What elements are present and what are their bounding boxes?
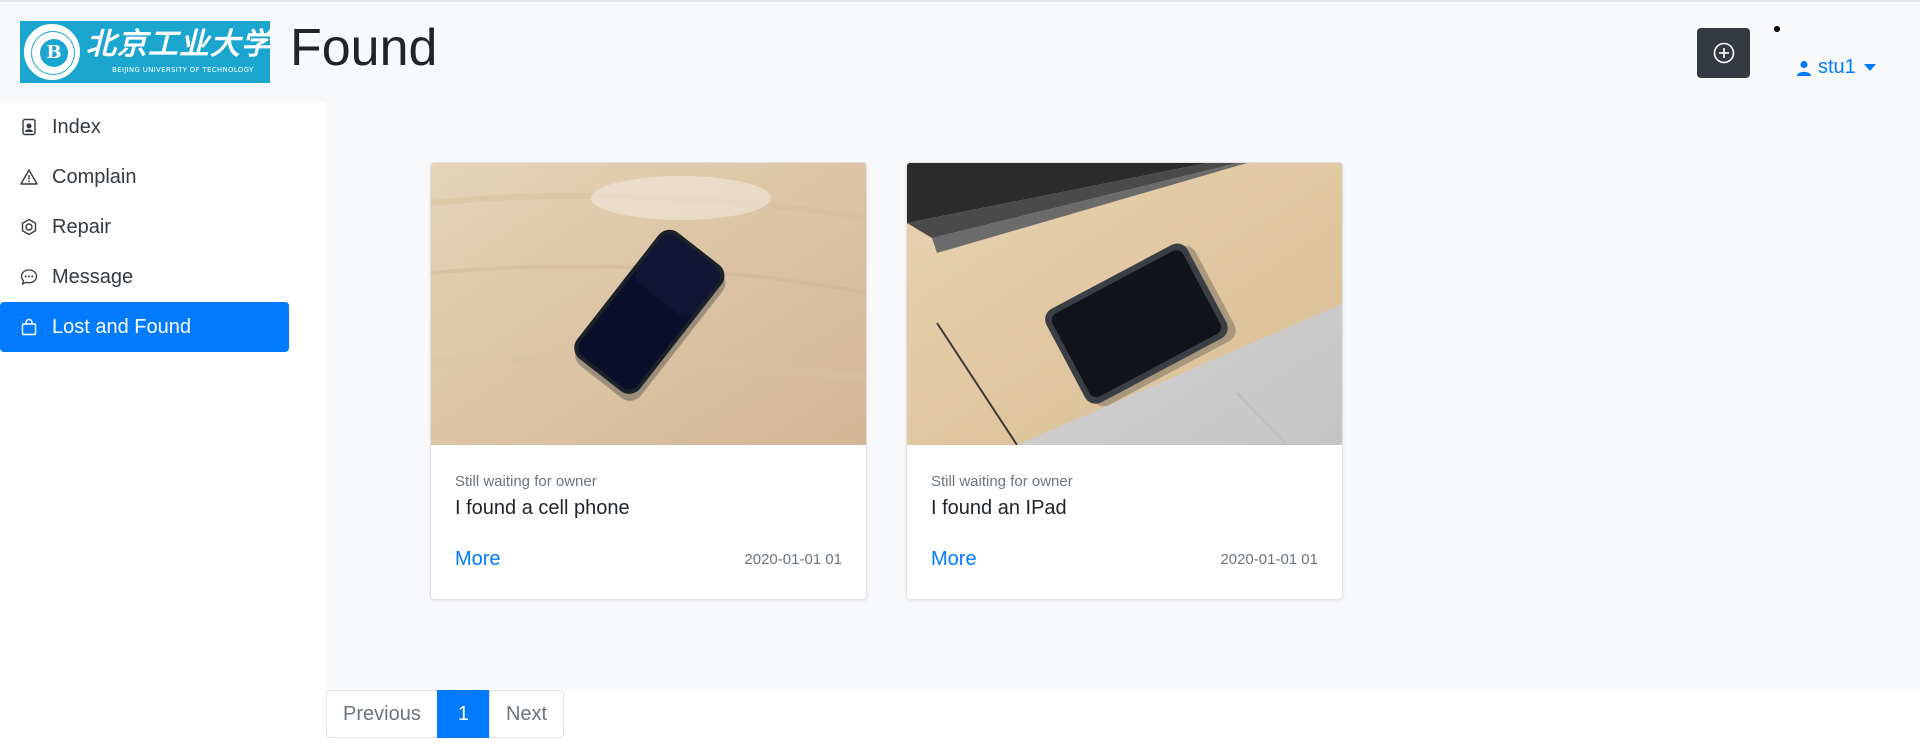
add-post-button[interactable] xyxy=(1697,28,1750,78)
person-icon xyxy=(1797,60,1811,76)
plus-circle-icon xyxy=(1713,42,1734,64)
page-1-button[interactable]: 1 xyxy=(436,690,490,738)
main-content: Still waiting for owner I found a cell p… xyxy=(326,102,1920,689)
person-badge-icon xyxy=(22,118,36,136)
page-title: Found xyxy=(290,19,438,77)
card-status: Still waiting for owner xyxy=(931,473,1073,490)
sidebar: Index Complain Repair Message Lost and F… xyxy=(0,102,326,752)
card-date: 2020-01-01 01 xyxy=(1220,551,1318,568)
sidebar-item-label: Message xyxy=(52,265,134,288)
logo-chinese-text: 北京工业大学 xyxy=(86,27,270,62)
logo-emblem-letter: B xyxy=(40,39,68,67)
warning-triangle-icon xyxy=(20,169,38,185)
sidebar-item-label: Complain xyxy=(52,165,137,188)
bag-icon xyxy=(21,318,37,336)
sidebar-item-index[interactable]: Index xyxy=(0,102,289,152)
found-item-card: Still waiting for owner I found an IPad … xyxy=(906,162,1343,600)
hexagon-bolt-icon xyxy=(21,218,37,236)
sidebar-item-complain[interactable]: Complain xyxy=(0,152,289,202)
pagination: Previous 1 Next xyxy=(326,690,565,738)
user-name: stu1 xyxy=(1818,56,1856,78)
logo-english-text: BEIJING UNIVERSITY OF TECHNOLOGY xyxy=(112,66,254,74)
next-page-button[interactable]: Next xyxy=(488,690,565,738)
card-title: I found a cell phone xyxy=(455,497,630,519)
sidebar-item-label: Index xyxy=(52,115,101,138)
notification-dot xyxy=(1774,26,1780,32)
university-logo: B 北京工业大学 BEIJING UNIVERSITY OF TECHNOLOG… xyxy=(20,21,270,83)
chevron-down-icon xyxy=(1863,64,1876,71)
card-title: I found an IPad xyxy=(931,497,1067,519)
tablet-on-desk-photo[interactable] xyxy=(907,163,1342,445)
phone-on-desk-photo[interactable] xyxy=(431,163,866,445)
card-status: Still waiting for owner xyxy=(455,473,597,490)
sidebar-item-label: Repair xyxy=(52,215,111,238)
sidebar-item-label: Lost and Found xyxy=(52,315,191,338)
logo-emblem: B xyxy=(24,24,80,80)
previous-page-button[interactable]: Previous xyxy=(326,690,438,738)
sidebar-item-repair[interactable]: Repair xyxy=(0,202,289,252)
chat-dots-icon xyxy=(20,269,38,286)
sidebar-item-lost-and-found[interactable]: Lost and Found xyxy=(0,302,289,352)
card-date: 2020-01-01 01 xyxy=(744,551,842,568)
more-link[interactable]: More xyxy=(931,548,977,571)
more-link[interactable]: More xyxy=(455,548,501,571)
sidebar-item-message[interactable]: Message xyxy=(0,252,289,302)
found-item-card: Still waiting for owner I found a cell p… xyxy=(430,162,867,600)
header: B 北京工业大学 BEIJING UNIVERSITY OF TECHNOLOG… xyxy=(0,2,1920,102)
user-dropdown[interactable]: stu1 xyxy=(1796,56,1876,79)
